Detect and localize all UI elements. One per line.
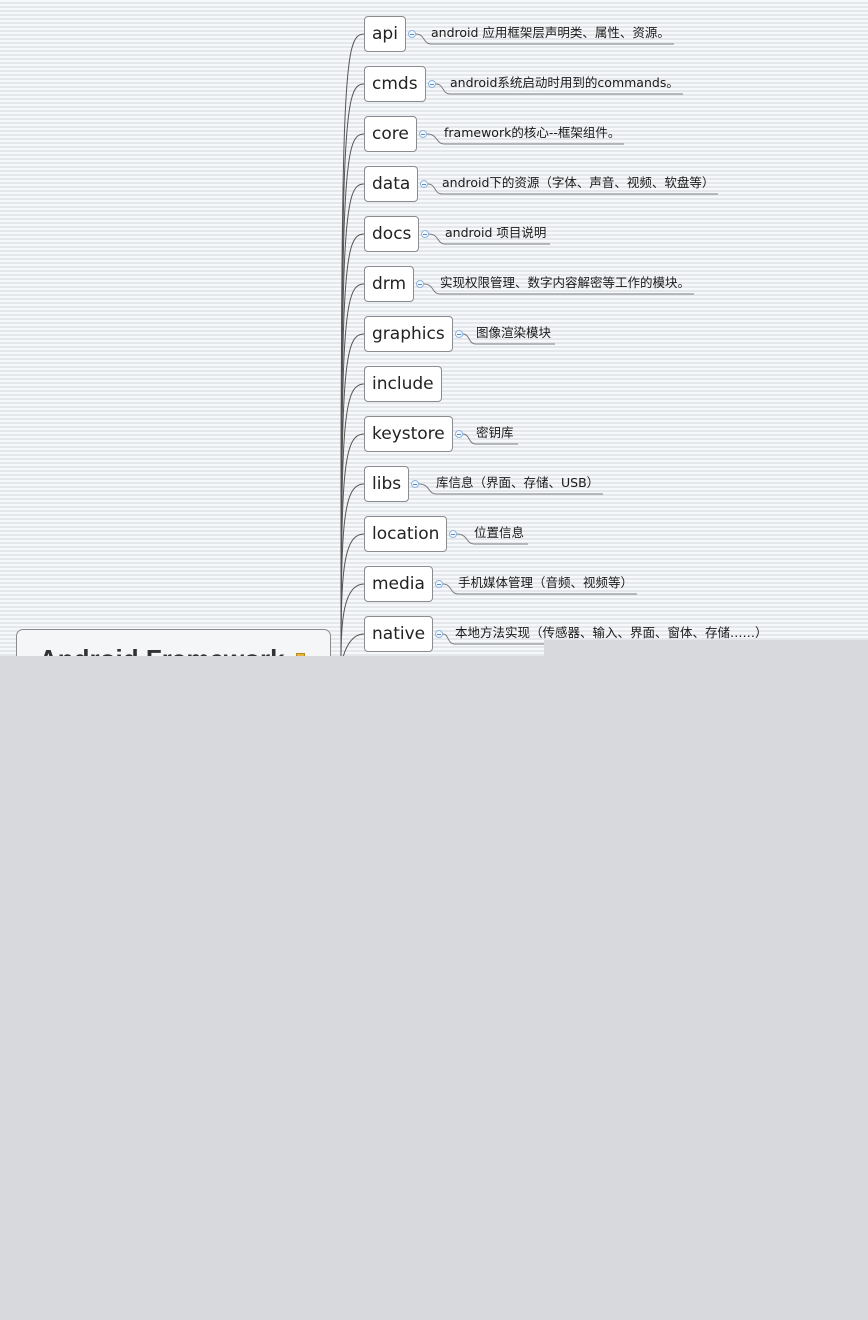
branch-topic-label: data bbox=[372, 174, 411, 194]
branch-topic-label: media bbox=[372, 574, 425, 594]
branch-topic-label: keystore bbox=[372, 424, 445, 444]
branch-topic-label: docs bbox=[372, 224, 412, 244]
branch-topic-native[interactable]: native bbox=[364, 616, 434, 652]
branch-note-graphics[interactable]: 图像渲染模块 bbox=[476, 325, 551, 341]
branch-topic-label: libs bbox=[372, 474, 402, 494]
collapse-toggle-icon[interactable] bbox=[449, 530, 457, 538]
canvas-gap bbox=[544, 640, 868, 656]
collapse-toggle-icon[interactable] bbox=[435, 580, 443, 588]
branch-note-native[interactable]: 本地方法实现（传感器、输入、界面、窗体、存储……） bbox=[455, 625, 768, 641]
branch-topic-cmds[interactable]: cmds bbox=[364, 66, 426, 102]
connector-location bbox=[340, 533, 365, 656]
connector-cmds bbox=[340, 83, 365, 656]
branch-topic-include[interactable]: include bbox=[364, 366, 442, 402]
branch-topic-label: include bbox=[372, 374, 434, 394]
connector-media bbox=[340, 583, 365, 656]
branch-topic-libs[interactable]: libs bbox=[364, 466, 410, 502]
branch-topic-label: graphics bbox=[372, 324, 445, 344]
branch-topic-label: cmds bbox=[372, 74, 418, 94]
branch-note-drm[interactable]: 实现权限管理、数字内容解密等工作的模块。 bbox=[440, 275, 690, 291]
branch-topic-core[interactable]: core bbox=[364, 116, 417, 152]
branch-topic-label: drm bbox=[372, 274, 407, 294]
collapse-toggle-icon[interactable] bbox=[455, 430, 463, 438]
collapse-toggle-icon[interactable] bbox=[408, 30, 416, 38]
branch-topic-label: native bbox=[372, 624, 426, 644]
branch-note-libs[interactable]: 库信息（界面、存储、USB） bbox=[436, 475, 599, 491]
branch-topic-label: api bbox=[372, 24, 398, 44]
connector-drm bbox=[340, 283, 365, 656]
branch-topic-keystore[interactable]: keystore bbox=[364, 416, 453, 452]
collapse-toggle-icon[interactable] bbox=[411, 480, 419, 488]
connector-docs bbox=[340, 233, 365, 656]
connector-data bbox=[340, 183, 365, 656]
branch-note-docs[interactable]: android 项目说明 bbox=[445, 225, 546, 241]
collapse-toggle-icon[interactable] bbox=[435, 630, 443, 638]
collapse-toggle-icon[interactable] bbox=[419, 130, 427, 138]
branch-topic-location[interactable]: location bbox=[364, 516, 448, 552]
branch-note-location[interactable]: 位置信息 bbox=[474, 525, 524, 541]
branch-note-cmds[interactable]: android系统启动时用到的commands。 bbox=[450, 75, 679, 91]
branch-note-media[interactable]: 手机媒体管理（音频、视频等） bbox=[458, 575, 633, 591]
root-marker-icon bbox=[296, 653, 305, 656]
collapse-toggle-icon[interactable] bbox=[416, 280, 424, 288]
branch-note-data[interactable]: android下的资源（字体、声音、视频、软盘等） bbox=[442, 175, 714, 191]
branch-topic-docs[interactable]: docs bbox=[364, 216, 420, 252]
collapse-toggle-icon[interactable] bbox=[421, 230, 429, 238]
branch-topic-api[interactable]: api bbox=[364, 16, 406, 52]
branch-note-api[interactable]: android 应用框架层声明类、属性、资源。 bbox=[431, 25, 670, 41]
branch-topic-graphics[interactable]: graphics bbox=[364, 316, 453, 352]
root-topic[interactable]: Android Framework bbox=[16, 629, 331, 656]
collapse-toggle-icon[interactable] bbox=[428, 80, 436, 88]
branch-topic-label: core bbox=[372, 124, 409, 144]
connector-libs bbox=[340, 483, 365, 656]
branch-note-keystore[interactable]: 密钥库 bbox=[476, 425, 514, 441]
collapse-toggle-icon[interactable] bbox=[420, 180, 428, 188]
branch-note-core[interactable]: framework的核心--框架组件。 bbox=[444, 125, 620, 141]
branch-topic-drm[interactable]: drm bbox=[364, 266, 415, 302]
mindmap-canvas: api android 应用框架层声明类、属性、资源。 cmds android系统启… bbox=[0, 0, 868, 656]
collapse-toggle-icon[interactable] bbox=[455, 330, 463, 338]
root-topic-label: Android Framework bbox=[39, 644, 285, 656]
connector-native bbox=[342, 633, 365, 656]
connector-keystore bbox=[340, 433, 365, 656]
branch-topic-data[interactable]: data bbox=[364, 166, 419, 202]
branch-topic-label: location bbox=[372, 524, 440, 544]
branch-topic-media[interactable]: media bbox=[364, 566, 433, 602]
